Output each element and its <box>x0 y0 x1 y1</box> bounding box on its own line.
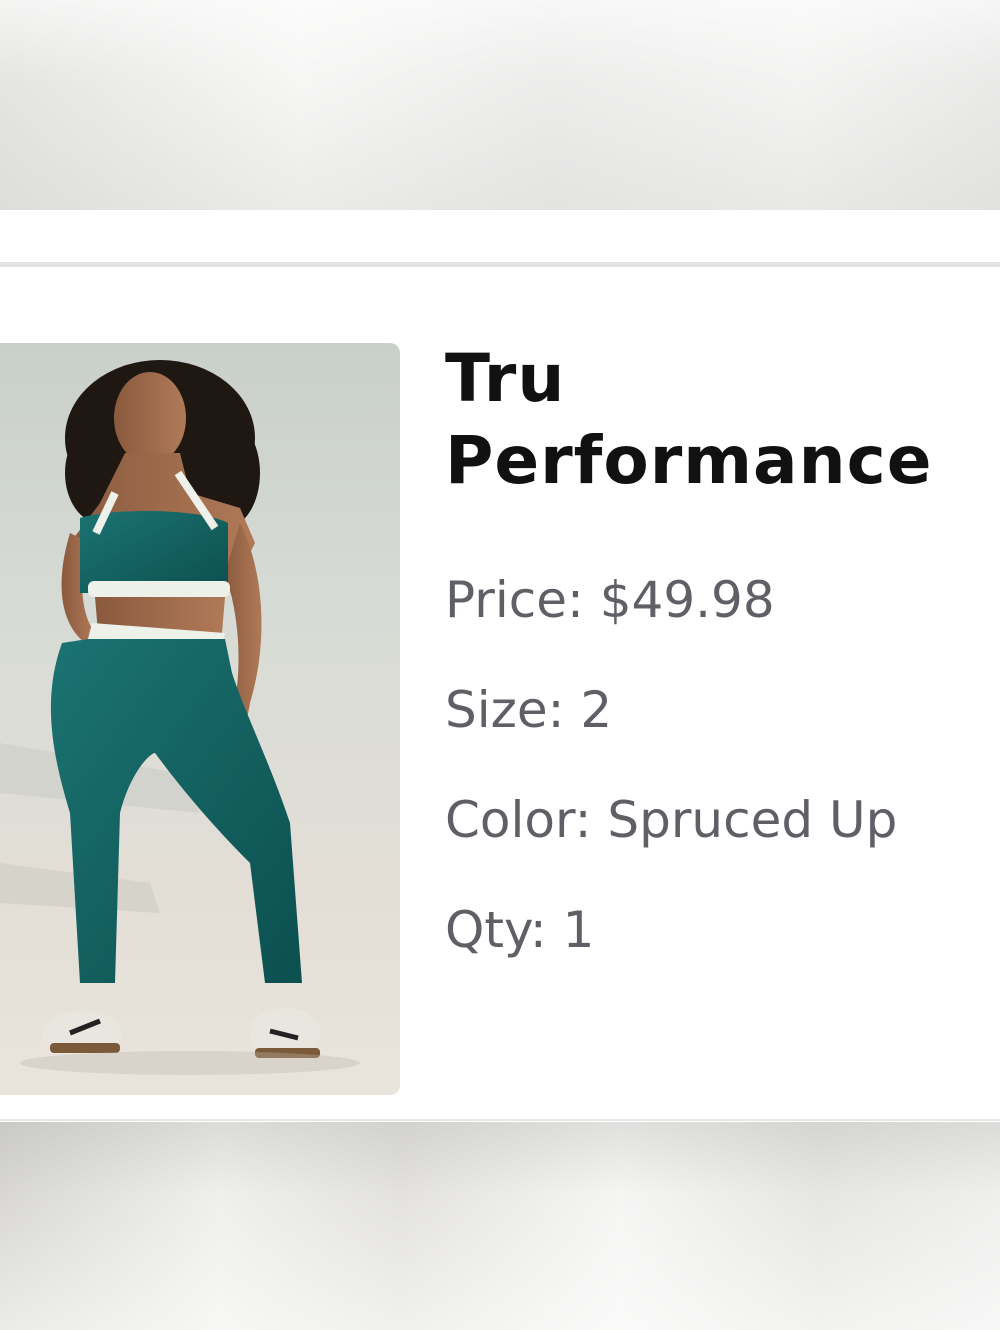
product-title-line2: Performance <box>445 422 933 499</box>
divider <box>0 1119 1000 1121</box>
product-photo-icon <box>0 360 360 1075</box>
size-text: Size: 2 <box>445 681 613 739</box>
product-title[interactable]: Tru Performance <box>445 338 1000 502</box>
divider <box>0 262 1000 267</box>
blurred-background-bottom <box>0 1122 1000 1330</box>
product-title-line1: Tru <box>445 340 566 417</box>
color-text: Color: Spruced Up <box>445 791 898 849</box>
product-image[interactable] <box>0 343 400 1095</box>
cart-item-card: Tru Performance Price: $49.98 Size: 2 Co… <box>0 210 1000 1122</box>
price-text: Price: $49.98 <box>445 571 775 629</box>
blurred-background-top <box>0 0 1000 210</box>
item-details: Tru Performance Price: $49.98 Size: 2 Co… <box>445 338 1000 959</box>
quantity-text: Qty: 1 <box>445 901 595 959</box>
